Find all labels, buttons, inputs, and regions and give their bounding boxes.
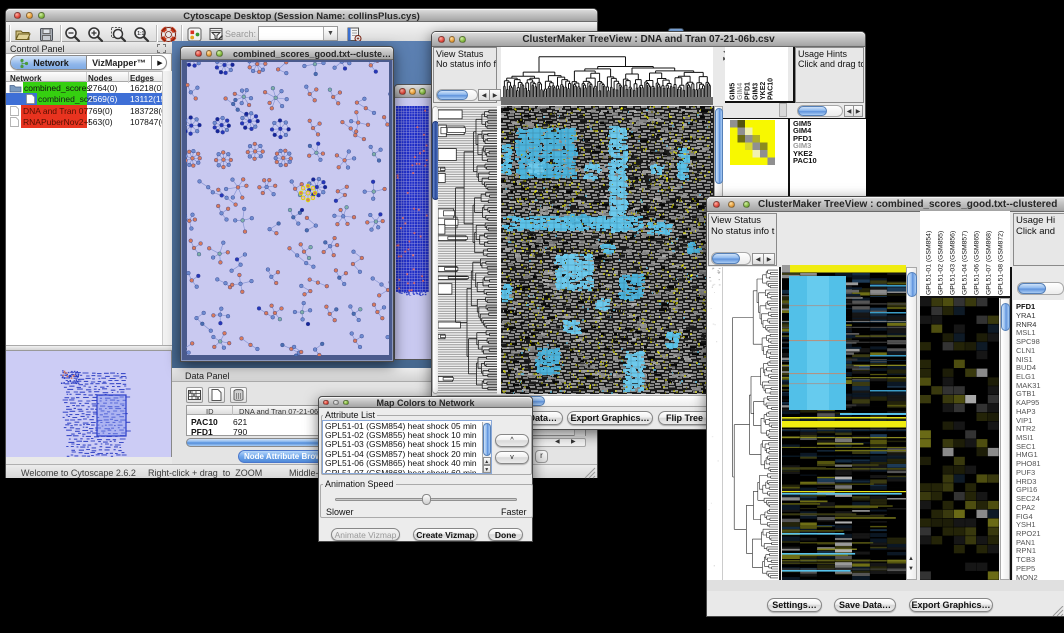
svg-text:GPL51-08 (GSM872): GPL51-08 (GSM872) [998, 231, 1005, 295]
svg-text:GPL51-01 (GSM854): GPL51-01 (GSM854) [926, 231, 933, 295]
svg-text:GIM4: GIM4 [737, 83, 744, 100]
svg-text:YKE2: YKE2 [760, 82, 767, 100]
svg-text:GPL51-07 (GSM868): GPL51-07 (GSM868) [986, 231, 993, 295]
svg-text:PFD1: PFD1 [745, 82, 752, 100]
svg-text:GPL51-02 (GSM855): GPL51-02 (GSM855) [938, 231, 945, 295]
svg-text:GPL51-04 (GSM857): GPL51-04 (GSM857) [962, 231, 969, 295]
svg-text:GIM5: GIM5 [730, 83, 737, 100]
svg-text:GIM3: GIM3 [752, 83, 759, 100]
svg-text:PAC10: PAC10 [768, 78, 775, 100]
svg-text:GPL51-03 (GSM856): GPL51-03 (GSM856) [950, 231, 957, 295]
svg-text:GPL51-06 (GSM865): GPL51-06 (GSM865) [974, 231, 981, 295]
